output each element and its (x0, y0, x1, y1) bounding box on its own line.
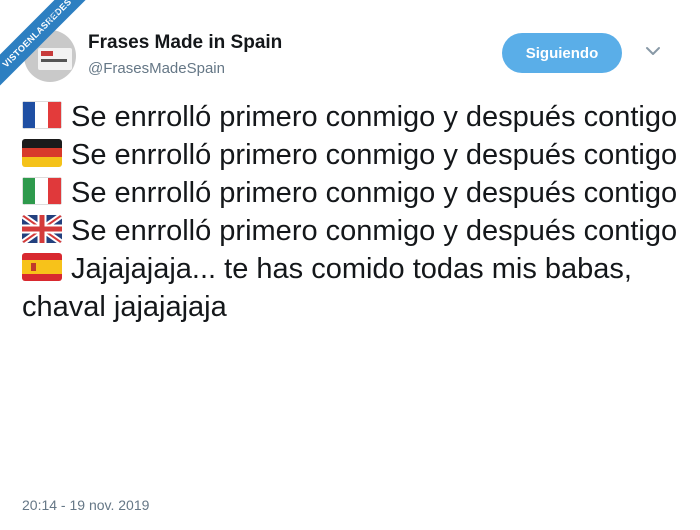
tweet-line-text: Jajajajaja... te has comido todas mis ba… (22, 253, 632, 323)
italy-flag-icon (22, 177, 62, 205)
tweet-body: Se enrrolló primero conmigo y después co… (22, 98, 682, 326)
avatar-license-plate-image (38, 48, 72, 70)
tweet-line-uk: Se enrrolló primero conmigo y después co… (22, 212, 682, 250)
tweet-line-text: Se enrrolló primero conmigo y después co… (71, 101, 678, 133)
tweet-header: Frases Made in Spain @FrasesMadeSpain Si… (20, 20, 680, 90)
tweet-line-france: Se enrrolló primero conmigo y después co… (22, 98, 682, 136)
tweet-line-spain: Jajajajaja... te has comido todas mis ba… (22, 250, 682, 326)
user-handle[interactable]: @FrasesMadeSpain (88, 60, 225, 77)
germany-flag-icon (22, 139, 62, 167)
chevron-down-icon[interactable] (644, 42, 662, 60)
tweet-line-text: Se enrrolló primero conmigo y después co… (71, 177, 678, 209)
uk-flag-icon (22, 215, 62, 243)
display-name[interactable]: Frases Made in Spain (88, 32, 282, 54)
tweet-line-germany: Se enrrolló primero conmigo y después co… (22, 136, 682, 174)
tweet-line-text: Se enrrolló primero conmigo y después co… (71, 139, 678, 171)
tweet-line-italy: Se enrrolló primero conmigo y después co… (22, 174, 682, 212)
tweet-timestamp[interactable]: 20:14 - 19 nov. 2019 (22, 497, 149, 513)
spain-flag-icon (22, 253, 62, 281)
tweet-line-text: Se enrrolló primero conmigo y después co… (71, 215, 678, 247)
france-flag-icon (22, 101, 62, 129)
following-button[interactable]: Siguiendo (502, 33, 622, 73)
